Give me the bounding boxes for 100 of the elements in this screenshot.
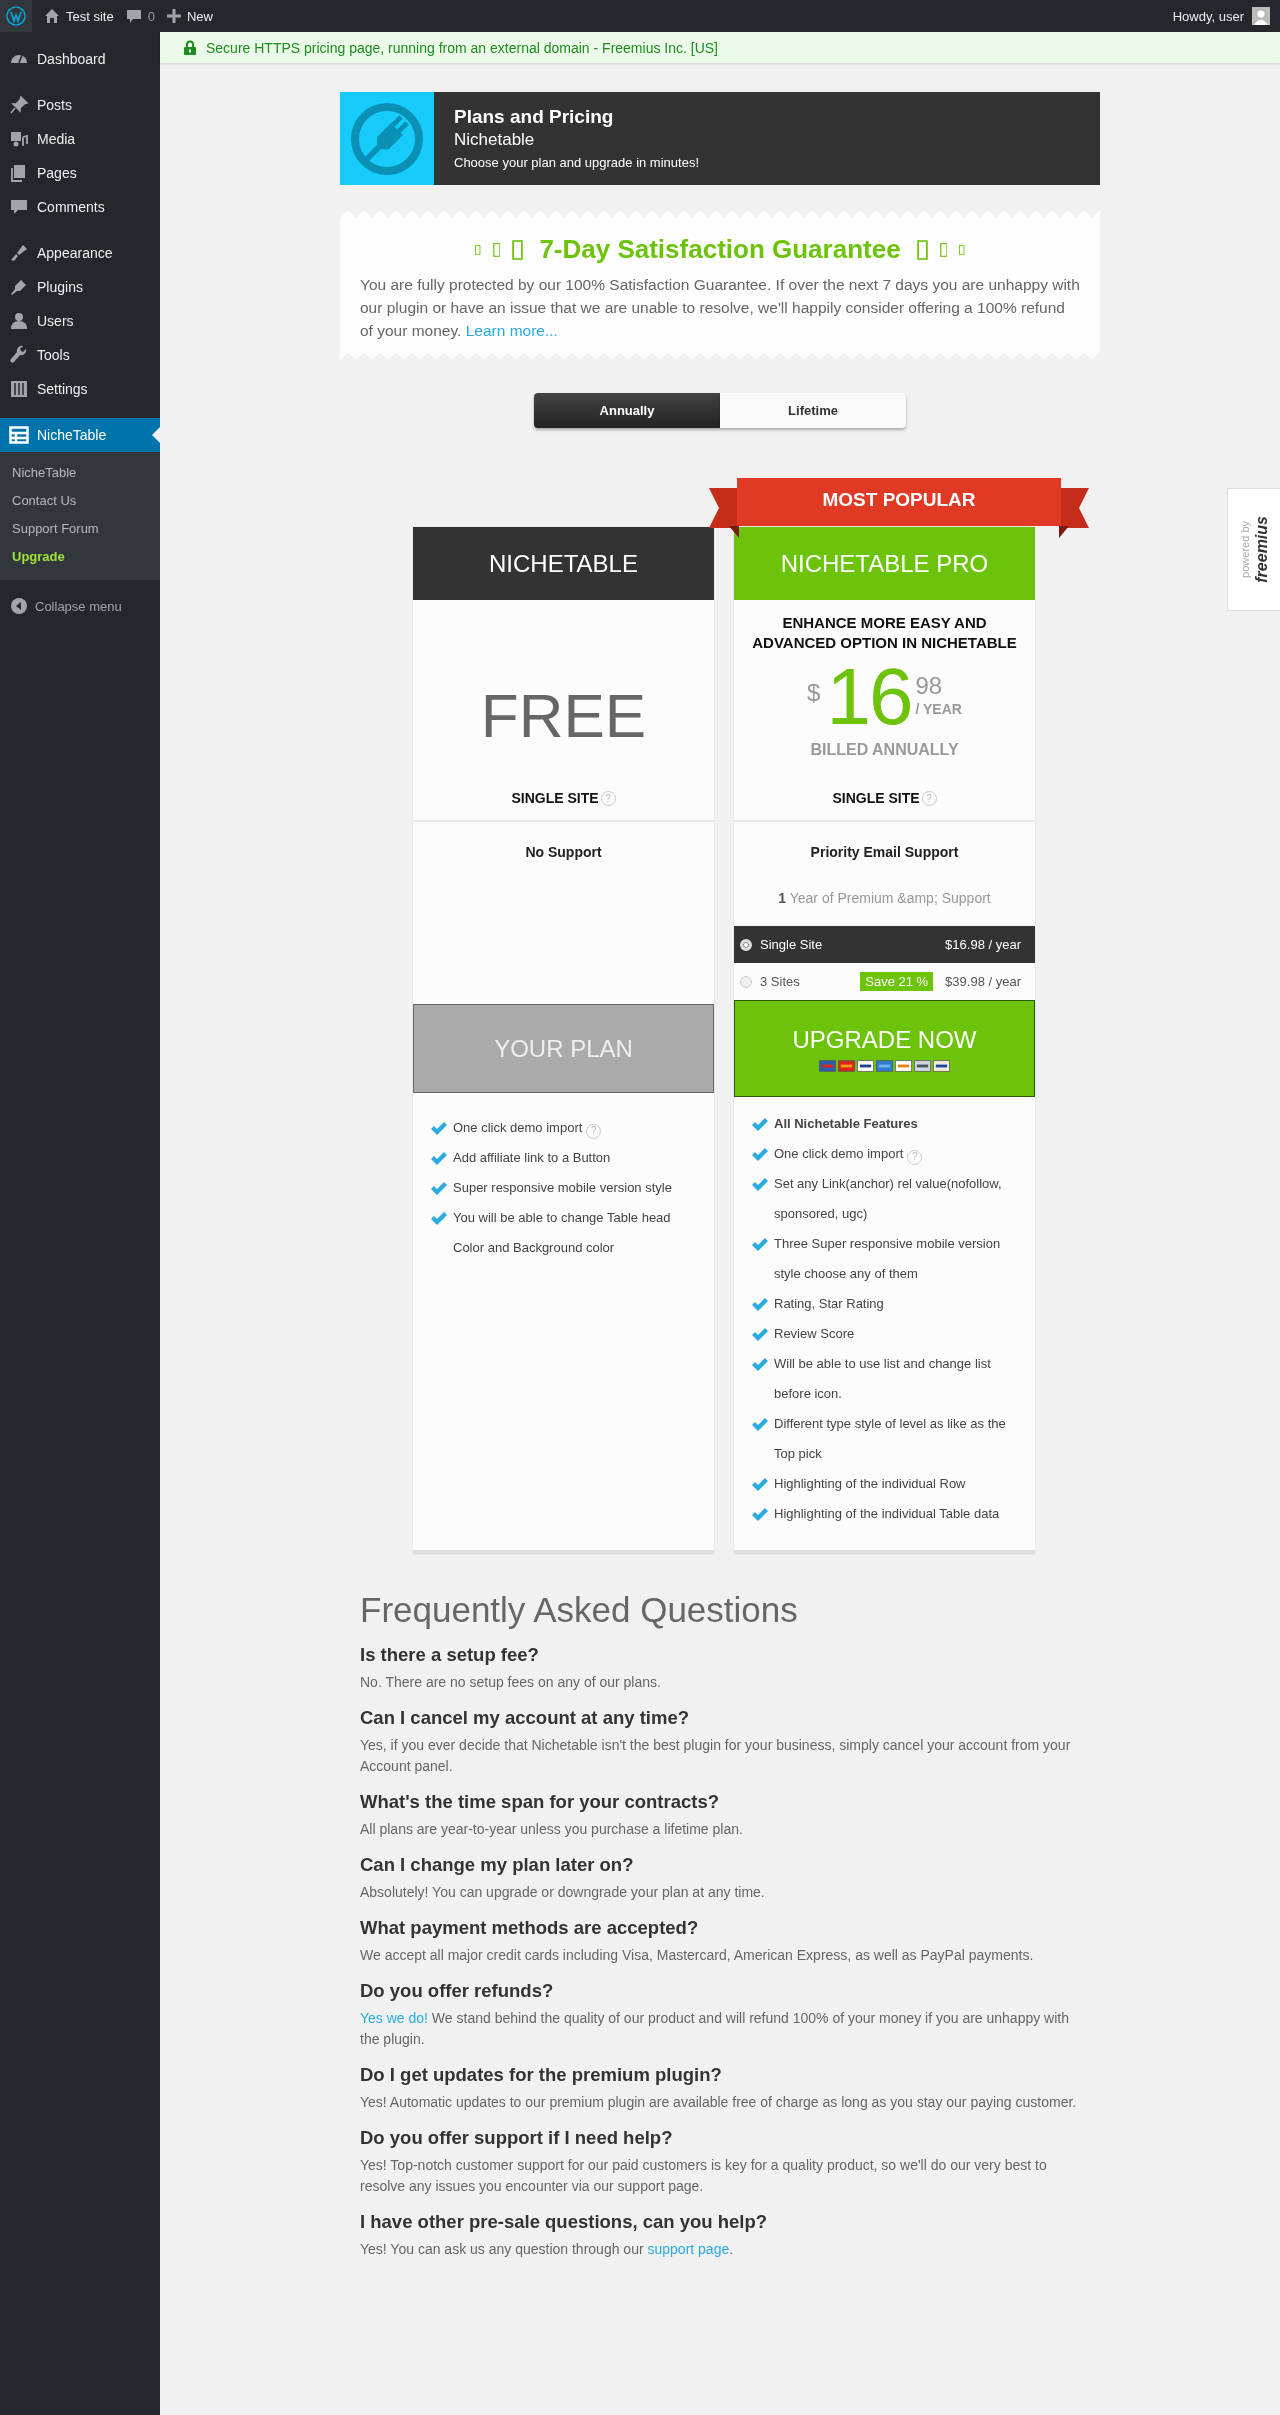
empty-box-icon: [475, 244, 481, 255]
faq-question: Can I change my plan later on?: [360, 1854, 635, 1876]
lock-icon: [184, 40, 196, 55]
license-label: SINGLE SITE: [832, 790, 920, 806]
radio-button[interactable]: [740, 938, 752, 951]
sidebar-item[interactable]: Tools: [0, 338, 160, 372]
license-option[interactable]: 3 Sites Save 21 % $39.98 / year: [734, 963, 1035, 1000]
check-icon: [431, 1152, 447, 1165]
price-amount: 16: [826, 659, 912, 735]
plugin-icon: [340, 92, 434, 185]
header-title: Plans and Pricing: [454, 106, 615, 128]
submenu-item[interactable]: Support Forum: [0, 515, 160, 543]
check-icon: [752, 1328, 768, 1341]
check-icon: [752, 1478, 768, 1491]
check-icon: [752, 1238, 768, 1251]
sidebar-item[interactable]: Posts: [0, 88, 160, 122]
renewal-text: 1 Year of Premium &amp; Support: [778, 890, 991, 906]
check-icon: [431, 1122, 447, 1135]
currency-symbol: $: [807, 679, 821, 707]
sidebar-item[interactable]: Comments: [0, 190, 160, 224]
freemius-badge[interactable]: powered by freemius: [1227, 488, 1280, 611]
check-icon: [752, 1418, 768, 1431]
feature-text: Highlighting of the individual Row: [774, 1475, 966, 1493]
submenu-item[interactable]: Upgrade: [0, 543, 160, 571]
faq-question: Do you offer support if I need help?: [360, 2127, 674, 2149]
feature-text: Three Super responsive mobile version style choose any of them: [774, 1235, 1002, 1283]
faq-question: Do I get updates for the premium plugin?: [360, 2064, 723, 2086]
radio-button[interactable]: [740, 975, 752, 988]
faq-answer: Yes! You can ask us any question through our support page.: [360, 2240, 735, 2259]
badge-caption: powered by: [1238, 521, 1251, 578]
sliders-icon: [9, 379, 29, 399]
submenu-item[interactable]: NicheTable: [0, 459, 160, 487]
support-level: No Support: [525, 844, 602, 860]
comment-icon[interactable]: [125, 8, 142, 24]
billing-tab[interactable]: Annually: [534, 393, 720, 428]
feature-text: Will be able to use list and change list before icon.: [774, 1355, 992, 1403]
check-icon: [752, 1118, 768, 1131]
license-option[interactable]: Single Site $16.98 / year: [734, 926, 1035, 963]
collapse-icon[interactable]: [11, 598, 27, 614]
faq-answer: All plans are year-to-year unless you purchase a lifetime plan.: [360, 1820, 744, 1839]
empty-box-icon: [492, 242, 501, 257]
faq-answer: No. There are no setup fees on any of our plans.: [360, 1673, 662, 1692]
empty-box-icon: [959, 244, 965, 255]
sidebar-item-label: Comments: [37, 199, 105, 215]
sidebar-item[interactable]: Settings: [0, 372, 160, 406]
payment-card-icon: [838, 1059, 855, 1072]
popular-ribbon: MOST POPULAR: [709, 478, 1089, 540]
payment-card-icon: [857, 1059, 874, 1072]
faq-question: Do you offer refunds?: [360, 1980, 555, 2002]
empty-box-icon: [916, 239, 928, 260]
sidebar-item-label: Appearance: [37, 245, 113, 261]
sidebar-item-label: Pages: [37, 165, 77, 181]
feature-text: One click demo import ?: [774, 1139, 923, 1169]
feature-text: Highlighting of the individual Table data: [774, 1505, 1000, 1523]
sidebar-item[interactable]: Plugins: [0, 270, 160, 304]
feature-text: You will be able to change Table head Color and Background color: [453, 1209, 672, 1257]
faq-title: Frequently Asked Questions: [360, 1590, 799, 1630]
license-name: 3 Sites: [760, 974, 800, 989]
feature-text: One click demo import ?: [453, 1113, 602, 1143]
sidebar-item[interactable]: Appearance: [0, 236, 160, 270]
new-link[interactable]: New: [186, 8, 213, 24]
billing-tab[interactable]: Lifetime: [720, 393, 906, 428]
sidebar-item-label: Media: [37, 131, 76, 147]
faq-answer: Absolutely! You can upgrade or downgrade your plan at any time.: [360, 1883, 766, 1902]
sidebar-item[interactable]: Dashboard: [0, 42, 160, 76]
faq-question: Can I cancel my account at any time?: [360, 1707, 690, 1729]
faq-answer: Yes, if you ever decide that Nichetable isn't the best plugin for your business, simply cancel your account from your Account panel.: [360, 1736, 1072, 1776]
license-name: Single Site: [760, 937, 823, 952]
collapse-menu-link[interactable]: Collapse menu: [35, 598, 122, 614]
home-icon[interactable]: [44, 8, 60, 24]
empty-box-icon: [939, 242, 948, 257]
pin-icon: [9, 95, 29, 115]
sidebar-item-label: Plugins: [37, 279, 83, 295]
guarantee-title: 7-Day Satisfaction Guarantee: [539, 234, 901, 265]
support-level: Priority Email Support: [810, 844, 959, 860]
plus-icon[interactable]: [166, 9, 181, 23]
check-icon: [752, 1178, 768, 1191]
license-price: $39.98 / year: [945, 974, 1021, 989]
sidebar-item[interactable]: Pages: [0, 156, 160, 190]
feature-text: Set any Link(anchor) rel value(nofollow, sponsored, ugc): [774, 1175, 1003, 1223]
submenu-item[interactable]: Contact Us: [0, 487, 160, 515]
guarantee-text: You are fully protected by our 100% Satisfaction Guarantee. If over the next 7 days you are unhappy with our plugin or have an issue that we are unable to resolve, we'll happily consider offering a 100% refund of your money. Learn more...: [360, 275, 1080, 341]
freemius-logo: freemius: [1252, 516, 1271, 583]
greeting-link[interactable]: Howdy, user: [1172, 8, 1244, 24]
plan-name: NICHETABLE: [489, 549, 638, 578]
faq-answer: Yes we do! We stand behind the quality of our product and will refund 100% of your money if you are unhappy with the plugin.: [360, 2009, 1070, 2049]
faq-answer: Yes! Automatic updates to our premium plugin are available free of charge as long as you stay our paying customer.: [360, 2093, 1078, 2112]
sidebar-item[interactable]: Users: [0, 304, 160, 338]
sidebar-item[interactable]: NicheTable: [0, 418, 160, 452]
site-name-link[interactable]: Test site: [66, 8, 114, 24]
sidebar-item-label: Dashboard: [37, 51, 106, 67]
faq-question: What's the time span for your contracts?: [360, 1791, 721, 1813]
check-icon: [752, 1358, 768, 1371]
faq-answer: We accept all major credit cards including Visa, Mastercard, American Express, as well as PayPal payments.: [360, 1946, 1035, 1965]
billing-cycle: BILLED ANNUALLY: [810, 741, 959, 759]
feature-text: Review Score: [774, 1325, 855, 1343]
sidebar-item[interactable]: Media: [0, 122, 160, 156]
payment-card-icon: [876, 1059, 893, 1072]
feature-text: Super responsive mobile version style: [453, 1179, 672, 1197]
wordpress-logo-icon[interactable]: [0, 0, 32, 32]
